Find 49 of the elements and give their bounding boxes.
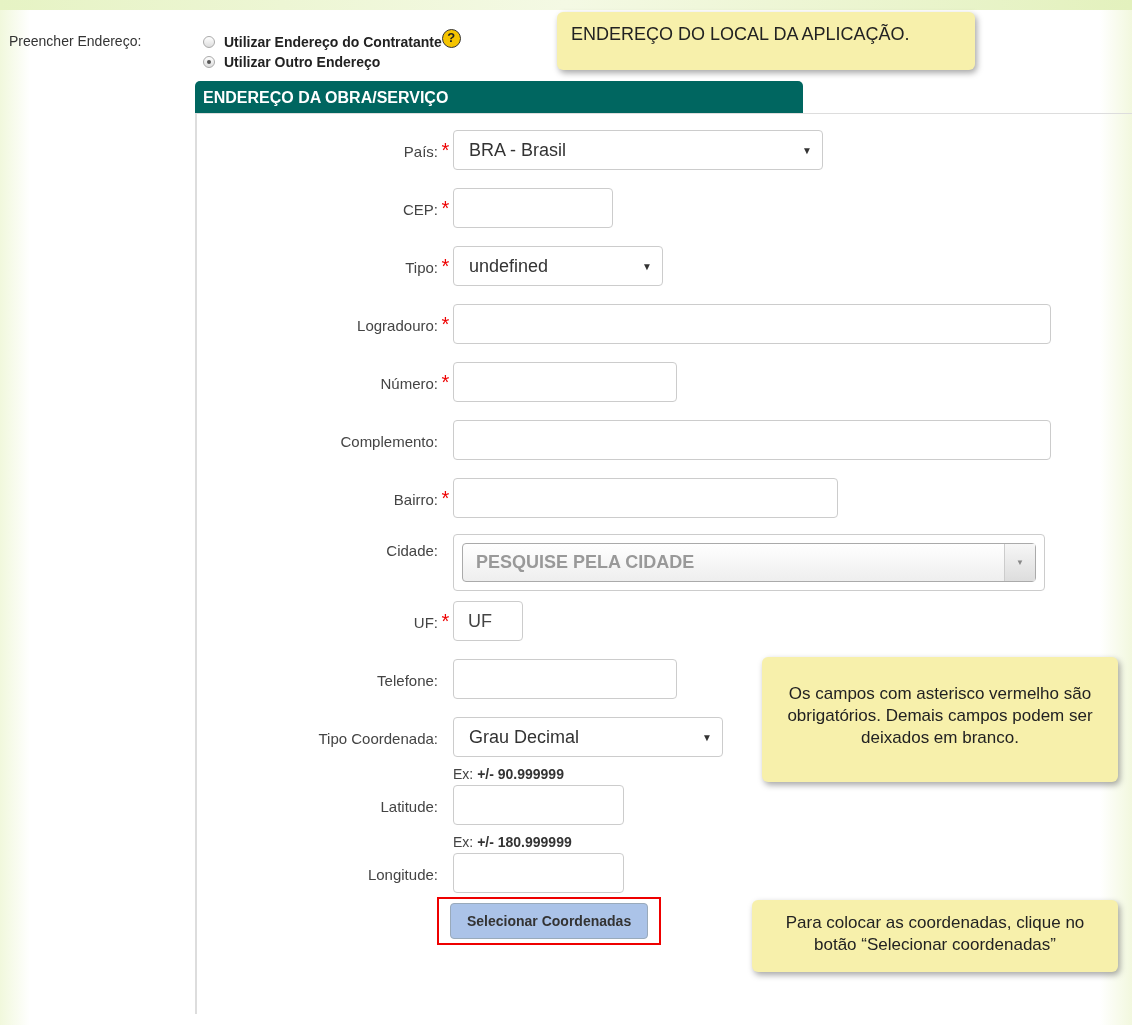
radio-label[interactable]: Utilizar Endereço do Contratante <box>224 33 442 50</box>
callout-note: ENDEREÇO DO LOCAL DA APLICAÇÃO. <box>557 12 975 70</box>
field-label: Tipo Coordenada: <box>318 729 438 747</box>
caret-icon: ▼ <box>1004 544 1035 581</box>
required-asterisk: * <box>440 314 451 333</box>
field-label: Cidade: <box>386 542 438 559</box>
field-label: País: <box>403 142 438 160</box>
required-asterisk: * <box>440 140 451 159</box>
radio-button[interactable] <box>203 35 215 48</box>
callout-note: Os campos com asterisco vermelho são obrigatórios. Demais campos podem ser deixados em branco. <box>762 657 1118 782</box>
caret-icon: ▼ <box>802 144 812 156</box>
required-asterisk: * <box>440 488 451 507</box>
field-label: Número: <box>380 374 438 392</box>
field-label: Longitude: <box>367 865 438 883</box>
field-label: Bairro: <box>393 490 438 508</box>
required-asterisk: * <box>440 198 451 217</box>
input-field[interactable] <box>453 420 1051 460</box>
dropdown[interactable]: undefined ▼ <box>453 246 663 286</box>
field-label: Complemento: <box>340 432 438 450</box>
caret-icon: ▼ <box>702 731 712 743</box>
field-label: UF: <box>413 613 438 631</box>
help-icon[interactable]: ? <box>441 29 461 48</box>
field-label: Tipo: <box>405 258 438 276</box>
panel-title: ENDEREÇO DA OBRA/SERVIÇO <box>195 81 803 113</box>
radio-label[interactable]: Utilizar Outro Endereço <box>224 53 381 70</box>
dropdown[interactable]: BRA - Brasil ▼ <box>453 130 823 170</box>
field-label: CEP: <box>403 200 438 218</box>
input-field[interactable] <box>453 785 624 825</box>
input-field[interactable] <box>453 853 624 893</box>
input-field[interactable] <box>453 362 677 402</box>
caret-icon: ▼ <box>642 260 652 272</box>
input-field[interactable]: UF <box>453 601 523 641</box>
field-label: Logradouro: <box>357 316 438 334</box>
field-label: Latitude: <box>380 797 438 815</box>
hint-text: Ex: +/- 90.999999 <box>453 766 564 782</box>
input-field[interactable] <box>453 478 838 518</box>
dropdown[interactable]: Grau Decimal ▼ <box>453 717 723 757</box>
input-field[interactable] <box>453 659 677 699</box>
required-asterisk: * <box>440 372 451 391</box>
required-asterisk: * <box>440 611 451 630</box>
required-asterisk: * <box>440 256 451 275</box>
radio-button[interactable] <box>203 55 215 68</box>
callout-note: Para colocar as coordenadas, clique no botão “Selecionar coordenadas” <box>752 900 1118 972</box>
input-field[interactable] <box>453 188 613 228</box>
hint-text: Ex: +/- 180.999999 <box>453 834 572 850</box>
field-label: Telefone: <box>377 671 438 689</box>
field-label: Preencher Endereço: <box>9 32 143 51</box>
select-coordinates-button[interactable]: Selecionar Coordenadas <box>450 903 649 939</box>
input-field[interactable] <box>453 304 1051 344</box>
